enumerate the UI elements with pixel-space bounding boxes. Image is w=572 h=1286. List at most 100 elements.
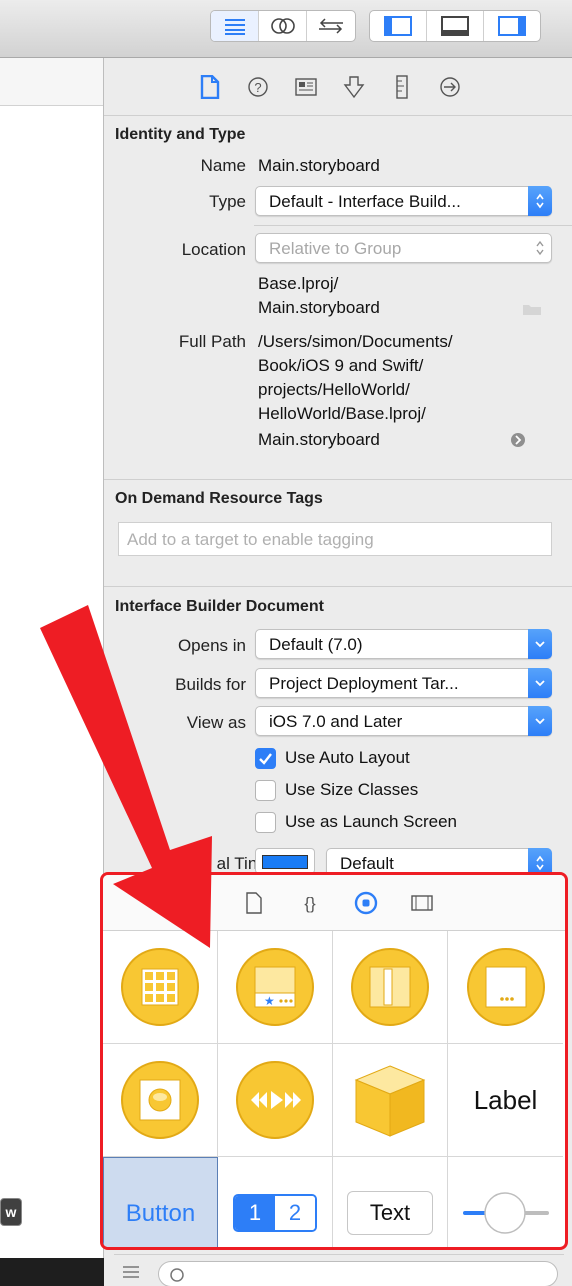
file-template-icon bbox=[246, 891, 262, 914]
tab-code-snippets[interactable]: {} bbox=[289, 888, 331, 918]
odr-section-title: On Demand Resource Tags bbox=[115, 490, 323, 507]
version-editor-button[interactable] bbox=[307, 11, 355, 41]
use-auto-layout-label: Use Auto Layout bbox=[285, 748, 410, 767]
tint-color-well[interactable] bbox=[255, 848, 315, 874]
attributes-shield-icon bbox=[343, 75, 365, 98]
standard-editor-button[interactable] bbox=[211, 11, 259, 41]
assistant-editor-icon bbox=[270, 18, 295, 34]
relative-path-line-1: Base.lproj/ bbox=[258, 274, 339, 293]
reveal-arrow-icon[interactable] bbox=[510, 432, 526, 448]
tab-size-inspector[interactable] bbox=[380, 70, 424, 104]
updown-chevron-icon bbox=[528, 186, 552, 216]
version-editor-icon bbox=[319, 18, 343, 34]
braces-icon: {} bbox=[304, 894, 316, 913]
label-item-text: Label bbox=[473, 1084, 538, 1115]
name-value[interactable]: Main.storyboard bbox=[258, 156, 380, 176]
button-item[interactable]: Button bbox=[103, 1157, 218, 1247]
tab-connections-inspector[interactable] bbox=[428, 70, 472, 104]
chevron-down-icon bbox=[528, 629, 552, 659]
view-toggle-group bbox=[369, 10, 541, 42]
fullpath-line-5: Main.storyboard bbox=[258, 430, 380, 449]
section-divider-2 bbox=[104, 586, 572, 587]
view-as-popup[interactable]: iOS 7.0 and Later bbox=[255, 706, 552, 736]
inspector-tabs: ? bbox=[104, 58, 572, 116]
slider-item[interactable] bbox=[448, 1157, 563, 1247]
button-item-text: Button bbox=[125, 1199, 196, 1227]
object-item[interactable] bbox=[333, 1044, 448, 1157]
builds-for-label: Builds for bbox=[175, 675, 246, 694]
tab-quick-help[interactable]: ? bbox=[236, 70, 280, 104]
view-as-value: iOS 7.0 and Later bbox=[269, 712, 403, 731]
identity-card-icon bbox=[295, 77, 317, 96]
cube-icon bbox=[354, 1065, 426, 1137]
av-player-icon bbox=[236, 1061, 314, 1139]
relative-path-line-2: Main.storyboard bbox=[258, 298, 380, 317]
page-view-icon bbox=[466, 948, 545, 1026]
tab-file-templates[interactable] bbox=[233, 888, 275, 918]
segment-2: 2 bbox=[275, 1196, 315, 1230]
tab-bar-controller-item[interactable]: ★ bbox=[218, 931, 333, 1044]
assistant-editor-button[interactable] bbox=[259, 11, 307, 41]
tab-identity-inspector[interactable] bbox=[284, 70, 328, 104]
glkit-view-icon bbox=[121, 1061, 199, 1139]
editor-area bbox=[0, 58, 104, 1286]
odr-placeholder: Add to a target to enable tagging bbox=[127, 530, 374, 549]
odr-tag-field[interactable]: Add to a target to enable tagging bbox=[118, 522, 552, 556]
builds-for-value: Project Deployment Tar... bbox=[269, 674, 459, 693]
segmented-control-item[interactable]: 1 2 bbox=[218, 1157, 333, 1247]
checkbox-empty-icon bbox=[255, 780, 276, 801]
location-popup[interactable]: Relative to Group bbox=[255, 233, 552, 263]
tab-media-library[interactable] bbox=[401, 888, 443, 918]
view-as-badge[interactable]: w bbox=[0, 1198, 22, 1226]
svg-text:{}: {} bbox=[304, 894, 316, 913]
type-popup[interactable]: Default - Interface Build... bbox=[255, 186, 552, 216]
list-view-icon[interactable] bbox=[122, 1265, 140, 1279]
text-field-item[interactable]: Text bbox=[333, 1157, 448, 1247]
editor-mode-group bbox=[210, 10, 356, 42]
fullpath-line-2: Book/iOS 9 and Swift/ bbox=[258, 356, 424, 375]
object-grid: ★ Label Button 1 2 Text bbox=[103, 931, 565, 1247]
view-as-label: View as bbox=[186, 713, 246, 732]
folder-icon[interactable] bbox=[522, 302, 542, 316]
xcode-window: w ? Identity and Type Name Main.storyboa… bbox=[0, 0, 572, 1286]
svg-text:★: ★ bbox=[264, 994, 275, 1008]
arrow-circle-icon bbox=[440, 76, 460, 97]
fullpath-line-3: projects/HelloWorld/ bbox=[258, 380, 410, 399]
tab-file-inspector[interactable] bbox=[188, 70, 232, 104]
identity-section-title: Identity and Type bbox=[115, 126, 246, 143]
navigator-toggle-button[interactable] bbox=[370, 11, 427, 41]
opens-in-popup[interactable]: Default (7.0) bbox=[255, 629, 552, 659]
tab-bar-controller-icon: ★ bbox=[236, 948, 314, 1026]
segment-1: 1 bbox=[235, 1196, 275, 1230]
tint-swatch bbox=[262, 855, 308, 869]
object-library-panel: {} ★ Label Button 1 2 Text bbox=[100, 872, 568, 1250]
library-tabs: {} bbox=[103, 875, 565, 931]
use-launch-screen-label: Use as Launch Screen bbox=[285, 812, 457, 831]
use-auto-layout-checkbox[interactable]: Use Auto Layout bbox=[255, 746, 555, 772]
use-size-classes-checkbox[interactable]: Use Size Classes bbox=[255, 778, 555, 804]
utilities-toggle-button[interactable] bbox=[484, 11, 540, 41]
tab-attributes-inspector[interactable] bbox=[332, 70, 376, 104]
builds-for-popup[interactable]: Project Deployment Tar... bbox=[255, 668, 552, 698]
library-filter-input[interactable] bbox=[158, 1261, 558, 1286]
checkbox-empty-icon bbox=[255, 812, 276, 833]
svg-text:?: ? bbox=[254, 80, 261, 95]
opens-in-label: Opens in bbox=[177, 636, 246, 655]
glkit-view-controller-item[interactable] bbox=[103, 1044, 218, 1157]
label-item[interactable]: Label bbox=[448, 1044, 563, 1157]
page-view-controller-item[interactable] bbox=[448, 931, 563, 1044]
split-view-controller-item[interactable] bbox=[333, 931, 448, 1044]
use-size-classes-label: Use Size Classes bbox=[285, 780, 419, 799]
location-popup-value: Relative to Group bbox=[269, 239, 402, 258]
collection-view-controller-item[interactable] bbox=[103, 931, 218, 1044]
use-launch-screen-checkbox[interactable]: Use as Launch Screen bbox=[255, 810, 555, 836]
library-filter-bar bbox=[114, 1254, 564, 1286]
fullpath-label: Full Path bbox=[178, 332, 246, 351]
file-icon bbox=[200, 74, 220, 99]
text-field-preview: Text bbox=[347, 1191, 433, 1235]
av-player-view-controller-item[interactable] bbox=[218, 1044, 333, 1157]
tab-object-library[interactable] bbox=[345, 888, 387, 918]
fullpath-line-1: /Users/simon/Documents/ bbox=[258, 332, 453, 351]
identity-divider bbox=[254, 225, 572, 226]
debug-toggle-button[interactable] bbox=[427, 11, 484, 41]
